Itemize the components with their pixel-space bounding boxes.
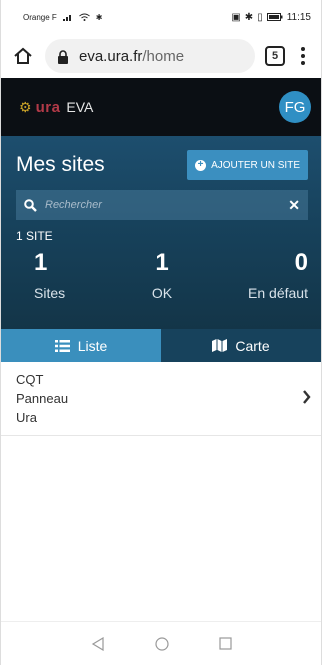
bluetooth-icon: ✱ [244, 11, 254, 23]
brand-logo-text: ura [35, 98, 61, 116]
stat-default: 0 En défaut [212, 249, 308, 301]
tab-count: 5 [271, 50, 279, 62]
brand-name: EVA [66, 99, 94, 115]
site-line-1: CQT [16, 372, 44, 387]
chevron-right-icon [302, 388, 311, 409]
clear-search-icon[interactable]: ✕ [288, 197, 300, 214]
stat-sites: 1 Sites [16, 249, 112, 301]
search-bar: ✕ [16, 190, 308, 220]
plus-circle-icon: + [195, 159, 207, 171]
site-line-3: Ura [16, 410, 37, 425]
status-bar: Orange F ✱ ▣ ✱ ▯ 11:15 [1, 0, 321, 34]
search-input[interactable] [45, 199, 281, 211]
site-list: CQT Panneau Ura [1, 362, 321, 436]
search-icon [24, 198, 37, 212]
nfc-icon: ▣ [231, 11, 241, 23]
sites-header: Mes sites + AJOUTER UN SITE [16, 150, 308, 180]
tab-map-label: Carte [235, 337, 270, 354]
home-icon[interactable] [11, 44, 35, 68]
stat-ok: 1 OK [114, 249, 210, 301]
avatar[interactable]: FG [279, 91, 311, 123]
home-nav-icon[interactable] [154, 636, 169, 651]
site-count-label: 1 SITE [16, 229, 53, 243]
clock: 11:15 [286, 11, 311, 23]
stat-ok-value: 1 [155, 249, 169, 276]
avatar-initials: FG [284, 98, 306, 116]
browser-toolbar: eva.ura.fr/home 5 [1, 34, 321, 78]
stat-default-label: En défaut [248, 285, 308, 301]
lock-icon [57, 48, 71, 64]
site-line-2: Panneau [16, 391, 69, 406]
stats-row: 1 Sites 1 OK 0 En défaut [16, 249, 308, 301]
list-icon [54, 339, 70, 352]
back-icon[interactable] [91, 636, 105, 651]
url-host: eva.ura.fr [79, 47, 143, 65]
page-title: Mes sites [16, 153, 105, 176]
gear-logo-icon: ⚙ [19, 98, 32, 115]
tab-map[interactable]: Carte [161, 329, 321, 362]
status-left: Orange F ✱ [23, 13, 103, 22]
overflow-menu-icon[interactable] [295, 47, 311, 65]
app-header: ⚙ ura EVA FG [1, 78, 321, 136]
url-path: /home [142, 47, 185, 65]
battery-icon [266, 13, 283, 21]
tab-list[interactable]: Liste [1, 329, 161, 362]
wifi-icon [78, 13, 90, 21]
view-tabs: Liste Carte [1, 329, 321, 362]
status-right: ▣ ✱ ▯ 11:15 [231, 12, 311, 23]
phone-screen: Orange F ✱ ▣ ✱ ▯ 11:15 eva.ura.fr/home 5… [0, 0, 322, 665]
stat-sites-label: Sites [34, 285, 66, 301]
stat-default-value: 0 [294, 249, 308, 276]
add-site-button[interactable]: + AJOUTER UN SITE [187, 150, 308, 180]
recents-icon[interactable] [218, 637, 232, 650]
tab-list-label: Liste [77, 337, 108, 354]
sites-summary-panel: Mes sites + AJOUTER UN SITE ✕ 1 SITE 1 S… [1, 136, 321, 329]
tab-switcher-button[interactable]: 5 [265, 46, 285, 66]
stat-sites-value: 1 [34, 249, 48, 276]
site-info: CQT Panneau Ura [16, 370, 68, 427]
url-text: eva.ura.fr/home [79, 48, 184, 65]
vibrate-icon: ▯ [257, 11, 263, 23]
stat-ok-label: OK [151, 285, 173, 301]
add-site-label: AJOUTER UN SITE [211, 159, 300, 171]
list-item[interactable]: CQT Panneau Ura [1, 362, 321, 436]
system-nav-bar [1, 621, 321, 665]
brand-logo[interactable]: ⚙ ura EVA [19, 99, 93, 116]
map-icon [212, 339, 228, 352]
signal-icon [62, 15, 71, 21]
carrier-name: Orange F [23, 12, 57, 22]
bluetooth-status-icon: ✱ [95, 12, 103, 22]
address-bar[interactable]: eva.ura.fr/home [45, 39, 255, 73]
